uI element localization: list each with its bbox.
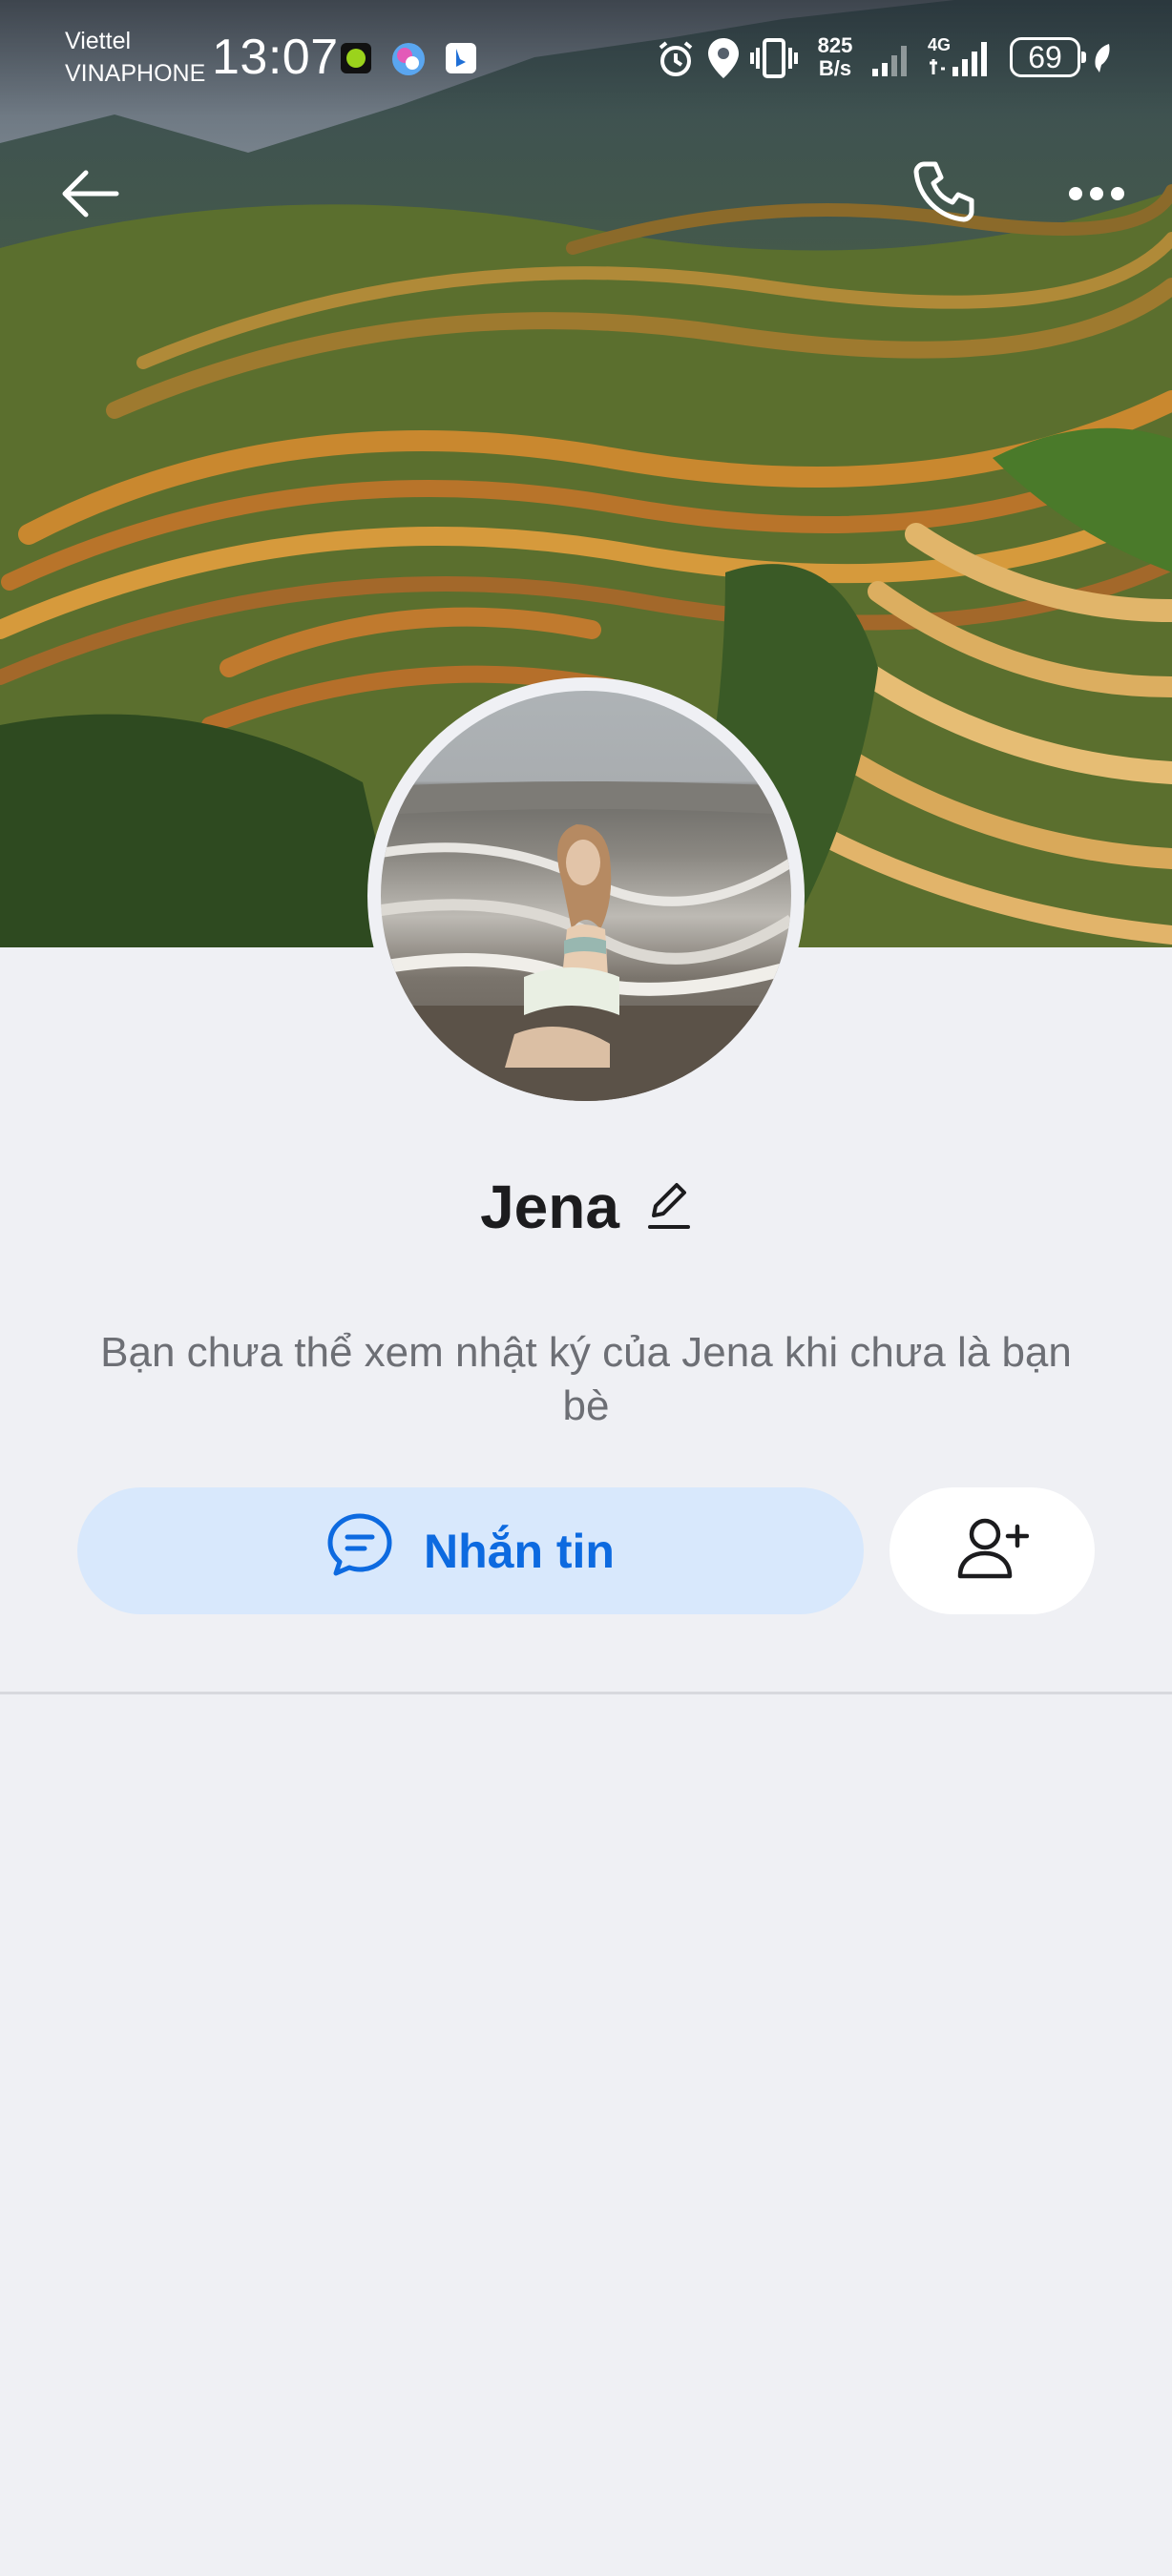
more-icon — [1068, 186, 1125, 206]
call-button[interactable] — [901, 151, 987, 237]
message-button[interactable]: Nhắn tin — [77, 1487, 864, 1614]
message-button-label: Nhắn tin — [424, 1524, 615, 1578]
network-speed: 825 B/s — [811, 34, 859, 80]
alarm-icon — [655, 38, 697, 85]
avatar-photo — [381, 691, 791, 1101]
profile-name: Jena — [480, 1173, 619, 1241]
friend-only-notice: Bạn chưa thể xem nhật ký của Jena khi ch… — [100, 1329, 1072, 1429]
back-button[interactable] — [48, 153, 134, 239]
back-arrow-icon — [61, 169, 120, 223]
add-friend-button[interactable] — [889, 1487, 1095, 1614]
chat-bubble-icon — [326, 1512, 393, 1590]
avatar[interactable] — [367, 677, 805, 1114]
profile-name-row: Jena — [0, 1169, 1172, 1245]
location-icon — [706, 36, 741, 85]
vibrate-icon — [750, 36, 798, 85]
carrier-name-2: VINAPHONE — [65, 60, 206, 87]
battery-saver-icon — [1092, 42, 1115, 79]
more-options-button[interactable] — [1054, 153, 1140, 239]
app-notification-icon — [340, 42, 372, 79]
carrier-names: Viettel VINAPHONE — [65, 25, 205, 90]
app-notification-icon — [445, 42, 477, 79]
signal-icon — [928, 40, 994, 83]
status-time: 13:07 — [212, 30, 339, 85]
add-friend-icon — [956, 1517, 1029, 1585]
status-bar: Viettel VINAPHONE 13:07 825 B/s 4G 69 — [0, 0, 1172, 116]
carrier-name-1: Viettel — [65, 28, 132, 54]
section-divider — [0, 1692, 1172, 1694]
battery-level: 69 — [1010, 37, 1086, 77]
phone-icon — [910, 158, 977, 230]
app-notification-icon — [391, 42, 426, 81]
network-speed-value: 825 — [817, 33, 853, 57]
network-speed-unit: B/s — [818, 56, 852, 80]
signal-icon — [870, 40, 914, 83]
edit-pencil-icon[interactable] — [646, 1179, 692, 1236]
